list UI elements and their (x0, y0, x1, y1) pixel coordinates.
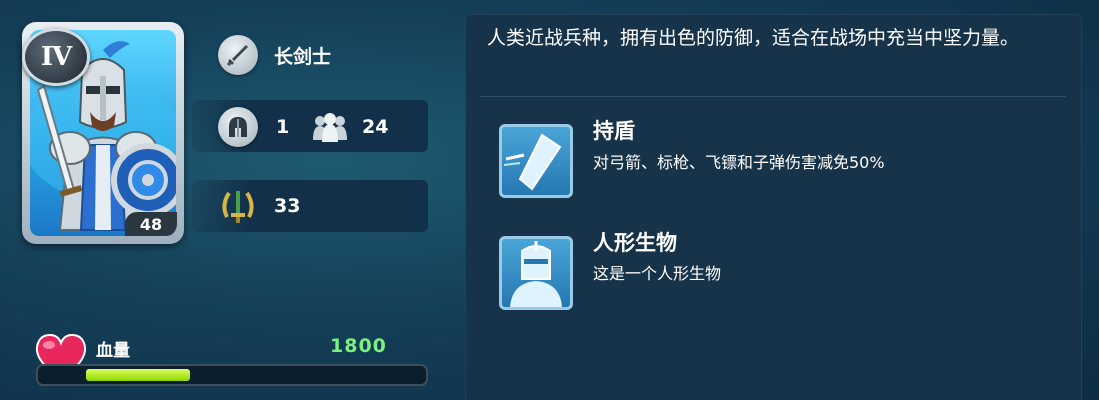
unit-name-row: 长剑士 (218, 33, 331, 77)
skill-description: 对弓箭、标枪、飞镖和子弹伤害减免50% (593, 153, 885, 172)
attack-stat: 33 (218, 186, 300, 226)
squad-size: 24 (362, 116, 389, 138)
attack-value: 33 (274, 195, 301, 217)
unit-name: 长剑士 (274, 45, 332, 68)
squad-icon (313, 113, 347, 142)
health-bar (36, 364, 428, 386)
health-label: 血量 (96, 341, 130, 361)
armor-value: 1 (276, 116, 290, 138)
shield-skill-icon[interactable] (499, 124, 573, 198)
tier-badge: IV (22, 28, 90, 86)
health-bar-fill (86, 369, 190, 381)
humanoid-icon[interactable] (499, 236, 573, 310)
health-value: 1800 (330, 335, 387, 357)
skill-title: 人形生物 (593, 231, 677, 255)
laurel-sword-icon (218, 186, 258, 226)
skill-description: 这是一个人形生物 (593, 264, 722, 283)
info-panel (465, 14, 1082, 400)
divider (480, 96, 1066, 97)
skill-title: 持盾 (593, 119, 635, 143)
unit-description: 人类近战兵种，拥有出色的防御，适合在战场中充当中坚力量。 (487, 27, 1020, 49)
squad-stat: 24 (310, 110, 388, 144)
armor-stat: 1 (218, 107, 289, 147)
level-badge: 48 (125, 212, 177, 236)
helmet-icon (218, 107, 258, 147)
sword-icon (218, 35, 258, 75)
